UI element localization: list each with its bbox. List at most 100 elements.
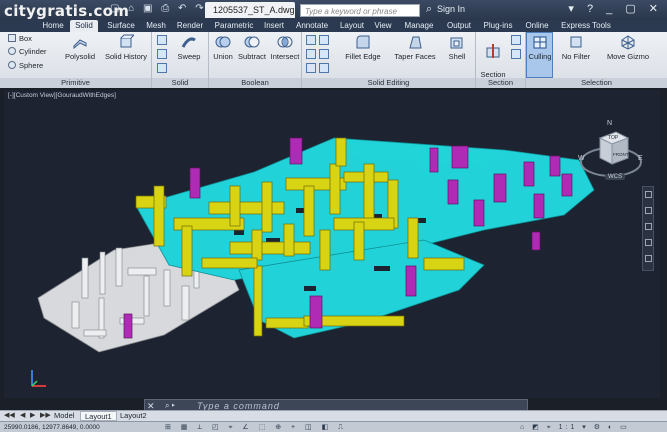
box-button[interactable]: Box <box>8 34 32 44</box>
steering-wheel-icon[interactable] <box>645 191 652 198</box>
layout-tabs-bar: ◀◀ ◀ ▶ ▶▶ Model Layout1 Layout2 <box>0 410 667 421</box>
quick-access-toolbar[interactable]: ▢ ⌂ ▣ ⎙ ↶ ↷ ▾ <box>110 3 220 14</box>
tab-surface[interactable]: Surface <box>104 20 138 32</box>
primitive-panel: Box Cylinder Sphere Polysolid Solid Hist… <box>0 32 152 88</box>
solid-panel: Sweep Solid <box>152 32 209 88</box>
union-icon <box>215 36 231 48</box>
status-tray[interactable]: ⌂ ◩ ⌖ 1:1 ▾ ⚙ ◐ ▭ <box>520 422 630 432</box>
intersect-button[interactable]: Intersect <box>269 34 301 61</box>
section-panel-label: Section <box>476 78 525 88</box>
wcs-menu[interactable]: WCS <box>605 174 625 180</box>
extrude-icon[interactable] <box>157 35 167 45</box>
tab-home[interactable]: Home <box>40 20 66 32</box>
interfere-icon[interactable] <box>306 49 316 59</box>
autocad-window: citygratis.com ▢ ⌂ ▣ ⎙ ↶ ↷ ▾ 1205537_ST_… <box>0 0 667 432</box>
tab-output[interactable]: Output <box>443 20 475 32</box>
solid-panel-label: Solid <box>152 78 208 88</box>
solid-editing-panel: Fillet Edge Taper Faces Shell Solid Edit… <box>302 32 476 88</box>
subtract-icon <box>244 36 260 48</box>
compass-w[interactable]: W <box>578 155 585 162</box>
sweep-icon <box>181 37 196 48</box>
primitive-panel-label: Primitive <box>0 78 151 88</box>
tab-model[interactable]: Model <box>50 411 78 421</box>
thicken-icon[interactable] <box>319 35 329 45</box>
offset-edge-icon[interactable] <box>319 63 329 73</box>
culling-button[interactable]: Culling <box>527 34 553 61</box>
search-icon[interactable]: ⌕ <box>426 3 432 16</box>
tab-layout1[interactable]: Layout1 <box>80 411 117 421</box>
viewcube-front[interactable]: FRONT <box>613 152 629 157</box>
solid-editing-panel-label: Solid Editing <box>302 78 475 88</box>
search-input[interactable]: Type a keyword or phrase <box>300 4 420 17</box>
union-button[interactable]: Union <box>210 34 236 61</box>
move-gizmo-icon <box>621 35 635 50</box>
drawing-viewport[interactable]: [-][Custom View][GouraudWithEdges] TOP F… <box>4 90 660 398</box>
3d-model-scene[interactable] <box>4 90 660 398</box>
tab-parametric[interactable]: Parametric <box>211 20 257 32</box>
move-gizmo-button[interactable]: Move Gizmo <box>602 34 654 61</box>
pan-icon[interactable] <box>645 207 652 214</box>
shell-button[interactable]: Shell <box>442 34 472 61</box>
section-plane-icon <box>486 44 500 58</box>
taper-faces-button[interactable]: Taper Faces <box>390 34 440 61</box>
next-layout-arrow-icon[interactable]: ▶ <box>30 411 35 421</box>
compass-e[interactable]: E <box>638 155 643 162</box>
tab-mesh[interactable]: Mesh <box>143 20 169 32</box>
tab-insert[interactable]: Insert <box>261 20 287 32</box>
compass-n[interactable]: N <box>607 120 612 127</box>
no-filter-icon <box>570 36 582 48</box>
separate-icon[interactable] <box>306 63 316 73</box>
tab-plug-ins[interactable]: Plug-ins <box>480 20 516 32</box>
no-filter-button[interactable]: No Filter <box>556 34 596 61</box>
fillet-edge-button[interactable]: Fillet Edge <box>338 34 388 61</box>
taper-faces-icon <box>409 36 422 49</box>
subtract-button[interactable]: Subtract <box>237 34 267 61</box>
tab-view[interactable]: View <box>371 20 395 32</box>
tab-express-tools[interactable]: Express Tools <box>558 20 614 32</box>
drafting-toggles[interactable]: ⊞ ▦ ⟂ ◰ ⌖ ∠ ⬚ ⊕ + ◫ ◧ ⎍ <box>165 422 347 432</box>
viewport-controls-label[interactable]: [-][Custom View][GouraudWithEdges] <box>8 92 116 99</box>
window-controls[interactable]: ▾ ? _ ▢ ✕ <box>568 2 663 15</box>
tab-render[interactable]: Render <box>174 20 206 32</box>
ribbon: Box Cylinder Sphere Polysolid Solid Hist… <box>0 32 667 88</box>
cylinder-button[interactable]: Cylinder <box>8 47 47 57</box>
section-panel: Section Plane Section <box>476 32 526 88</box>
sphere-icon <box>8 61 16 69</box>
polysolid-button[interactable]: Polysolid <box>60 34 100 61</box>
culling-icon <box>533 36 547 49</box>
sign-in-button[interactable]: Sign In <box>437 4 465 14</box>
imprint-icon[interactable] <box>319 49 329 59</box>
zoom-icon[interactable] <box>645 223 652 230</box>
solid-history-icon <box>120 34 134 48</box>
ribbon-tabs: Home Solid Surface Mesh Render Parametri… <box>0 20 667 32</box>
slice-icon[interactable] <box>306 35 316 45</box>
tab-manage[interactable]: Manage <box>401 20 437 32</box>
tab-solid[interactable]: Solid <box>70 20 98 32</box>
tab-layout2[interactable]: Layout2 <box>116 411 151 421</box>
showmotion-icon[interactable] <box>645 255 652 262</box>
cursor-coordinates: 25990.0186, 12977.8649, 0.0000 <box>4 424 100 431</box>
orbit-icon[interactable] <box>645 239 652 246</box>
ucs-icon <box>31 370 46 387</box>
loft-icon[interactable] <box>157 63 167 73</box>
first-layout-arrow-icon[interactable]: ◀◀ <box>4 411 15 421</box>
generate-section-icon[interactable] <box>511 49 521 59</box>
boolean-panel: Union Subtract Intersect Boolean <box>209 32 302 88</box>
sweep-button[interactable]: Sweep <box>172 34 206 61</box>
file-tab[interactable]: 1205537_ST_A.dwg <box>205 2 295 18</box>
tab-online[interactable]: Online <box>522 20 552 32</box>
tab-annotate[interactable]: Annotate <box>292 20 332 32</box>
cylinder-icon <box>8 47 16 55</box>
tab-layout[interactable]: Layout <box>337 20 367 32</box>
fillet-edge-icon <box>356 35 370 49</box>
solid-history-button[interactable]: Solid History <box>102 34 150 61</box>
viewcube-top[interactable]: TOP <box>608 135 619 141</box>
navigation-bar <box>642 186 654 271</box>
box-icon <box>8 34 16 42</box>
live-section-icon[interactable] <box>511 35 521 45</box>
title-bar: citygratis.com ▢ ⌂ ▣ ⎙ ↶ ↷ ▾ 1205537_ST_… <box>0 0 667 20</box>
revolve-icon[interactable] <box>157 49 167 59</box>
prev-layout-arrow-icon[interactable]: ◀ <box>20 411 25 421</box>
sphere-button[interactable]: Sphere <box>8 61 43 71</box>
status-bar: 25990.0186, 12977.8649, 0.0000 ⊞ ▦ ⟂ ◰ ⌖… <box>0 421 667 432</box>
